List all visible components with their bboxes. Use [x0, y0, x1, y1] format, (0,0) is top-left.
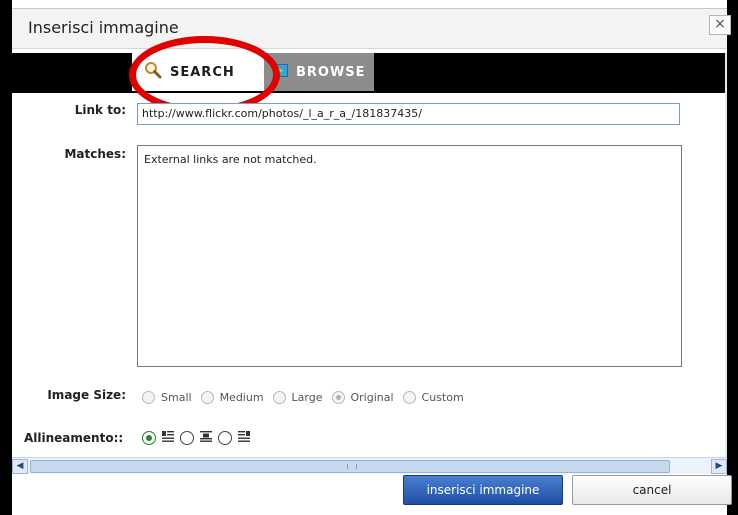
scroll-left-button[interactable]: ◀ [12, 459, 28, 474]
scrollbar-thumb[interactable] [30, 460, 670, 473]
scrollbar-grip [347, 464, 357, 469]
tab-bar: SEARCH BROWSE [12, 53, 727, 93]
size-option-small[interactable]: Small [142, 391, 192, 404]
size-option-label: Small [161, 391, 192, 404]
size-option-label: Custom [421, 391, 464, 404]
radio-button[interactable] [272, 391, 286, 404]
scroll-right-button[interactable]: ▶ [711, 459, 727, 474]
tab-browse-label: BROWSE [296, 64, 366, 80]
matches-message: External links are not matched. [144, 153, 317, 166]
size-option-custom[interactable]: Custom [402, 391, 464, 404]
chevron-left-icon: ◀ [16, 461, 24, 471]
size-option-original[interactable]: Original [331, 391, 394, 404]
align-center-icon [200, 431, 212, 445]
horizontal-scrollbar[interactable]: ◀ ▶ [12, 457, 727, 474]
dialog-titlebar: Inserisci immagine × [12, 9, 731, 49]
vertical-scrollbar[interactable] [725, 53, 727, 457]
background-left [0, 0, 12, 515]
insert-image-dialog: Inserisci immagine × SEARCH BROWSE Link … [12, 8, 732, 515]
align-right-icon [238, 431, 250, 445]
radio-button[interactable] [180, 431, 194, 445]
close-button[interactable]: × [709, 15, 731, 35]
align-option-center[interactable] [180, 431, 212, 445]
align-left-icon [162, 431, 174, 445]
radio-button-selected[interactable] [142, 431, 156, 445]
radio-button[interactable] [402, 391, 416, 404]
size-option-label: Medium [219, 391, 264, 404]
link-to-input[interactable]: http://www.flickr.com/photos/_l_a_r_a_/1… [137, 103, 680, 125]
size-option-label: Large [291, 391, 323, 404]
image-size-options: Small Medium Large Original Custom [142, 391, 473, 404]
cancel-button[interactable]: cancel [572, 475, 732, 505]
radio-button[interactable] [200, 391, 214, 404]
matches-list[interactable]: External links are not matched. [137, 145, 682, 367]
size-option-medium[interactable]: Medium [200, 391, 264, 404]
close-icon: × [714, 16, 726, 32]
link-to-label: Link to: [74, 103, 126, 117]
image-size-label: Image Size: [47, 388, 126, 402]
dialog-title: Inserisci immagine [28, 18, 179, 37]
matches-label: Matches: [64, 147, 126, 161]
chevron-right-icon: ▶ [715, 461, 723, 471]
insert-image-button[interactable]: inserisci immagine [403, 475, 563, 505]
size-option-large[interactable]: Large [272, 391, 323, 404]
tab-browse[interactable]: BROWSE [264, 53, 374, 91]
alignment-label: Allineamento:: [24, 431, 124, 445]
radio-button[interactable] [142, 391, 155, 404]
align-option-left[interactable] [142, 431, 174, 445]
radio-button[interactable] [218, 431, 232, 445]
align-option-right[interactable] [218, 431, 250, 445]
alignment-options [142, 431, 256, 445]
radio-button-selected[interactable] [331, 391, 345, 404]
size-option-label: Original [350, 391, 394, 404]
background-right [727, 0, 738, 515]
